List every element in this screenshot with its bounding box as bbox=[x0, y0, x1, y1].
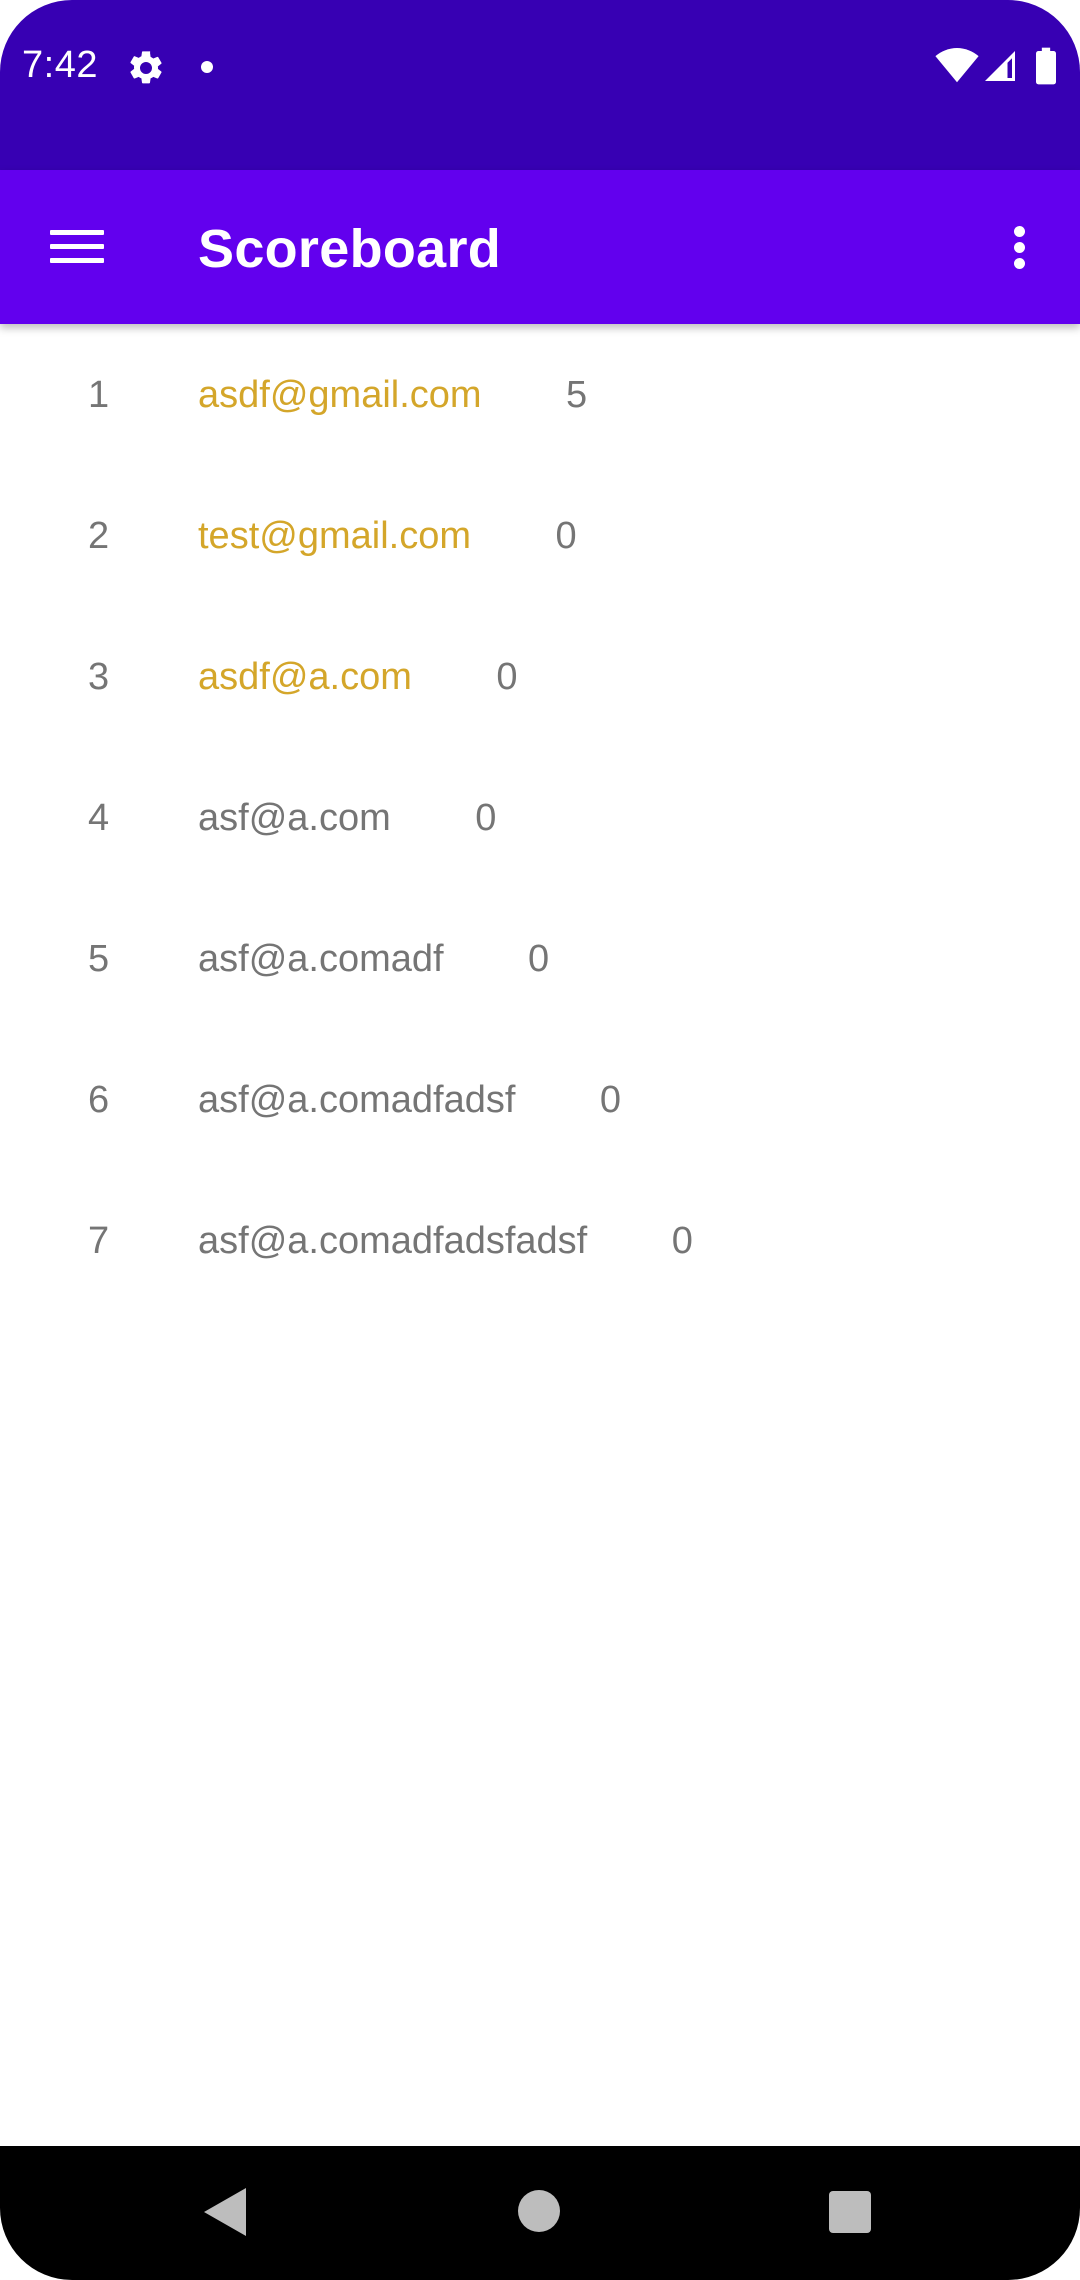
email-label: test@gmail.com bbox=[198, 515, 471, 557]
email-label: asf@a.comadfadsfadsf bbox=[198, 1220, 588, 1262]
rank-label: 6 bbox=[88, 1079, 110, 1121]
status-time: 7:42 bbox=[22, 44, 98, 86]
row-text: test@gmail.com 0 bbox=[198, 515, 577, 558]
email-label: asf@a.comadfadsf bbox=[198, 1079, 516, 1121]
hamburger-menu-icon[interactable] bbox=[50, 226, 104, 266]
rank-label: 4 bbox=[88, 797, 110, 839]
scoreboard-row: 6 asf@a.comadfadsf 0 bbox=[0, 1031, 1080, 1172]
score-label: 0 bbox=[475, 797, 497, 839]
row-text: asdf@a.com 0 bbox=[198, 656, 518, 699]
score-label: 0 bbox=[671, 1220, 693, 1262]
page-title: Scoreboard bbox=[198, 219, 502, 279]
row-text: asf@a.com 0 bbox=[198, 797, 496, 840]
status-bar: 7:42 bbox=[0, 0, 1080, 170]
score-label: 0 bbox=[599, 1079, 622, 1121]
email-label: asf@a.comadf bbox=[198, 938, 444, 980]
back-icon[interactable] bbox=[200, 2186, 250, 2238]
email-label: asdf@a.com bbox=[198, 656, 412, 698]
recents-icon[interactable] bbox=[829, 2191, 871, 2233]
navigation-bar bbox=[0, 2146, 1080, 2280]
email-label: asdf@gmail.com bbox=[198, 374, 482, 416]
screen: 7:42 Scoreboard 1 asdf@gmail.com 5 2 tes… bbox=[0, 0, 1080, 2280]
score-label: 5 bbox=[566, 374, 588, 416]
row-text: asf@a.comadf 0 bbox=[198, 938, 549, 981]
gear-icon bbox=[130, 51, 162, 84]
rank-label: 1 bbox=[88, 374, 110, 416]
wifi-icon bbox=[935, 48, 979, 83]
score-label: 0 bbox=[496, 656, 518, 698]
battery-icon bbox=[1036, 47, 1056, 85]
scoreboard-list: 1 asdf@gmail.com 5 2 test@gmail.com 0 3 … bbox=[0, 326, 1080, 1313]
rank-label: 3 bbox=[88, 656, 110, 698]
scoreboard-row: 3 asdf@a.com 0 bbox=[0, 608, 1080, 749]
rank-label: 2 bbox=[88, 515, 110, 557]
score-label: 0 bbox=[555, 515, 577, 557]
scoreboard-row: 1 asdf@gmail.com 5 bbox=[0, 326, 1080, 467]
notification-dot-icon bbox=[201, 61, 213, 73]
scoreboard-row: 5 asf@a.comadf 0 bbox=[0, 890, 1080, 1031]
more-vertical-icon[interactable] bbox=[1000, 222, 1040, 272]
app-bar: Scoreboard bbox=[0, 170, 1080, 324]
rank-label: 5 bbox=[88, 938, 110, 980]
rank-label: 7 bbox=[88, 1220, 110, 1262]
scoreboard-row: 7 asf@a.comadfadsfadsf 0 bbox=[0, 1172, 1080, 1313]
row-text: asf@a.comadfadsfadsf 0 bbox=[198, 1220, 693, 1263]
email-label: asf@a.com bbox=[198, 797, 391, 839]
row-text: asdf@gmail.com 5 bbox=[198, 374, 587, 417]
scoreboard-row: 2 test@gmail.com 0 bbox=[0, 467, 1080, 608]
home-icon[interactable] bbox=[518, 2190, 560, 2232]
scoreboard-row: 4 asf@a.com 0 bbox=[0, 749, 1080, 890]
signal-icon bbox=[985, 51, 1015, 81]
row-text: asf@a.comadfadsf 0 bbox=[198, 1079, 621, 1122]
score-label: 0 bbox=[528, 938, 550, 980]
